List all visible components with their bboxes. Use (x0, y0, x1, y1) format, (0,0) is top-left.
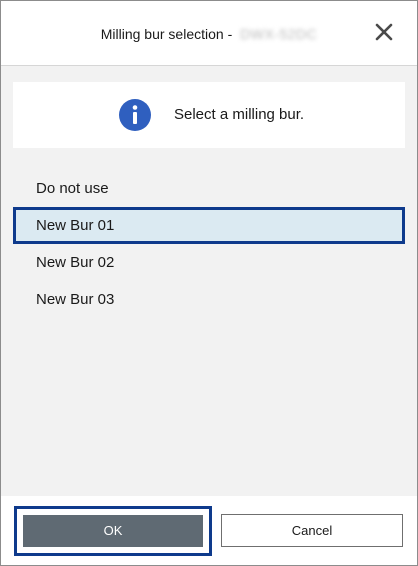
bur-item-new-bur-01[interactable]: New Bur 01 (13, 207, 405, 244)
info-icon (119, 99, 151, 131)
milling-bur-dialog: Milling bur selection - DWX-52DC Select … (0, 0, 418, 566)
ok-button[interactable]: OK (23, 515, 203, 547)
bur-item-new-bur-02[interactable]: New Bur 02 (13, 244, 405, 281)
close-icon (375, 23, 393, 41)
bur-item-label: Do not use (36, 180, 109, 197)
bur-item-do-not-use[interactable]: Do not use (13, 170, 405, 207)
info-panel: Select a milling bur. (13, 82, 405, 148)
dialog-title: Milling bur selection - DWX-52DC (1, 26, 417, 42)
dialog-footer: OK Cancel (1, 496, 417, 565)
title-bar: Milling bur selection - DWX-52DC (1, 1, 417, 66)
bur-item-label: New Bur 02 (36, 254, 115, 271)
cancel-button[interactable]: Cancel (221, 514, 403, 547)
bur-item-label: New Bur 01 (36, 217, 115, 234)
dialog-title-text: Milling bur selection - (100, 26, 233, 42)
bur-list: Do not use New Bur 01 New Bur 02 New Bur… (13, 170, 405, 318)
ok-button-focus-ring: OK (14, 506, 212, 556)
bur-item-label: New Bur 03 (36, 291, 115, 308)
close-button[interactable] (371, 19, 397, 45)
dialog-title-device: DWX-52DC (240, 26, 318, 42)
info-message: Select a milling bur. (174, 106, 305, 123)
bur-item-new-bur-03[interactable]: New Bur 03 (13, 281, 405, 318)
